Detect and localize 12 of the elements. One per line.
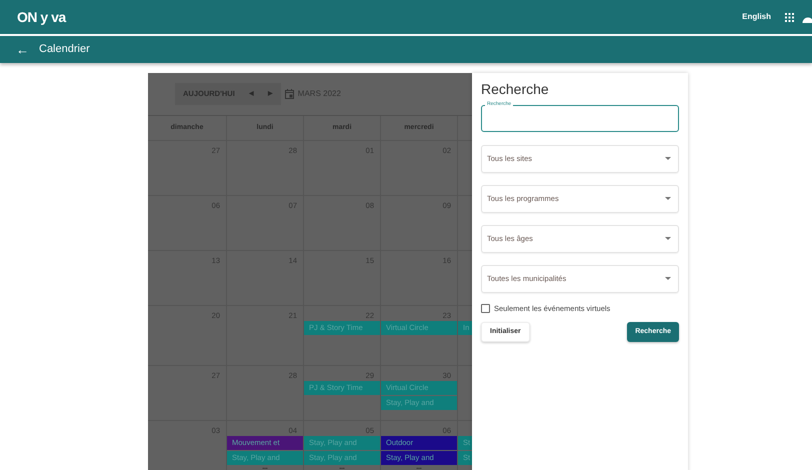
back-arrow[interactable]: ← — [16, 40, 29, 60]
search-field[interactable] — [481, 104, 679, 132]
language-link[interactable]: English — [742, 11, 771, 23]
caret-icon — [665, 197, 671, 200]
page-title: Calendrier — [39, 42, 90, 58]
caret-icon — [665, 277, 671, 280]
checkbox[interactable] — [481, 304, 490, 313]
caret-icon — [665, 237, 671, 240]
apps-grid-icon[interactable] — [785, 12, 794, 22]
logo[interactable]: ON y va — [17, 6, 66, 28]
caret-icon — [665, 157, 671, 160]
search-panel-title: Recherche — [481, 81, 550, 98]
